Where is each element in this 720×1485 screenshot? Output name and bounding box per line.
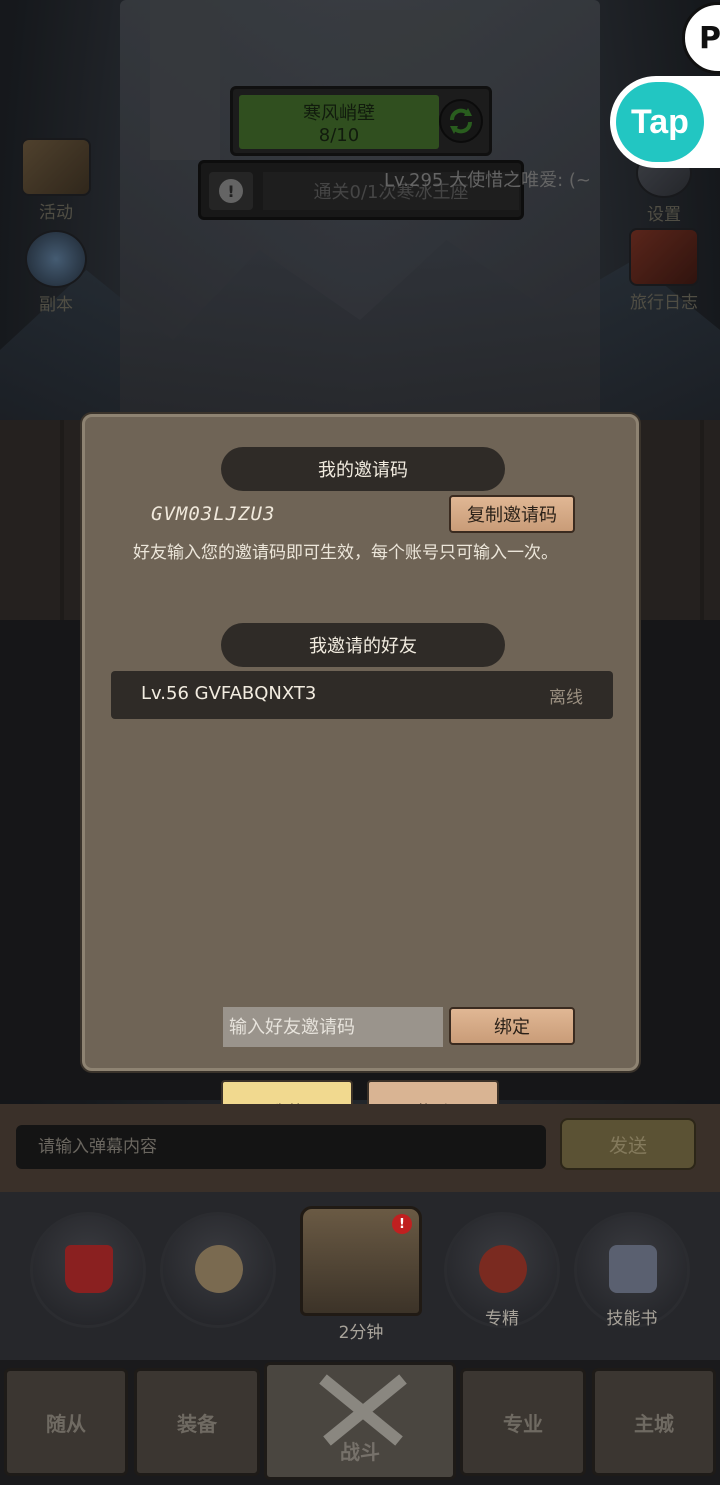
my-code-header: 我的邀请码 bbox=[221, 447, 505, 491]
bread-skill[interactable] bbox=[160, 1212, 276, 1328]
p-badge-letter: P bbox=[699, 20, 720, 56]
nav-equipment[interactable]: 装备 bbox=[134, 1368, 260, 1476]
nav-profession[interactable]: 专业 bbox=[460, 1368, 586, 1476]
nav-battle[interactable]: 战斗 bbox=[264, 1362, 456, 1480]
send-button[interactable]: 发送 bbox=[560, 1118, 696, 1170]
bind-button[interactable]: 绑定 bbox=[449, 1007, 575, 1045]
danmaku-input[interactable] bbox=[16, 1125, 546, 1169]
bread-icon bbox=[195, 1245, 243, 1293]
tap-logo: Tap bbox=[616, 82, 704, 162]
skillbook-icon bbox=[609, 1245, 657, 1293]
nav-battle-label: 战斗 bbox=[340, 1440, 380, 1464]
specialty-label: 专精 bbox=[485, 1309, 519, 1329]
friend-name: Lv.56 GVFABQNXT3 bbox=[141, 683, 317, 704]
invite-code-value: GVM03LJZU3 bbox=[151, 503, 276, 525]
skillbook-label: 技能书 bbox=[606, 1309, 658, 1329]
tap-badge[interactable]: Tap bbox=[610, 76, 720, 168]
chest-timer: 2分钟 bbox=[338, 1323, 384, 1343]
specialty-icon bbox=[479, 1245, 527, 1293]
friend-row[interactable]: Lv.56 GVFABQNXT3 离线 bbox=[111, 671, 613, 719]
chest-alert-badge: ! bbox=[392, 1214, 412, 1234]
nav-main-city[interactable]: 主城 bbox=[592, 1368, 716, 1476]
invite-dialog: 我的邀请码 GVM03LJZU3 复制邀请码 好友输入您的邀请码即可生效，每个账… bbox=[82, 414, 639, 1071]
friends-header: 我邀请的好友 bbox=[221, 623, 505, 667]
friend-status: 离线 bbox=[549, 688, 583, 708]
copy-code-button[interactable]: 复制邀请码 bbox=[449, 495, 575, 533]
nav-followers[interactable]: 随从 bbox=[4, 1368, 128, 1476]
friend-code-input[interactable] bbox=[223, 1007, 443, 1047]
potion-icon bbox=[65, 1245, 113, 1293]
invite-hint: 好友输入您的邀请码即可生效，每个账号只可输入一次。 bbox=[133, 543, 558, 563]
potion-skill[interactable] bbox=[30, 1212, 146, 1328]
